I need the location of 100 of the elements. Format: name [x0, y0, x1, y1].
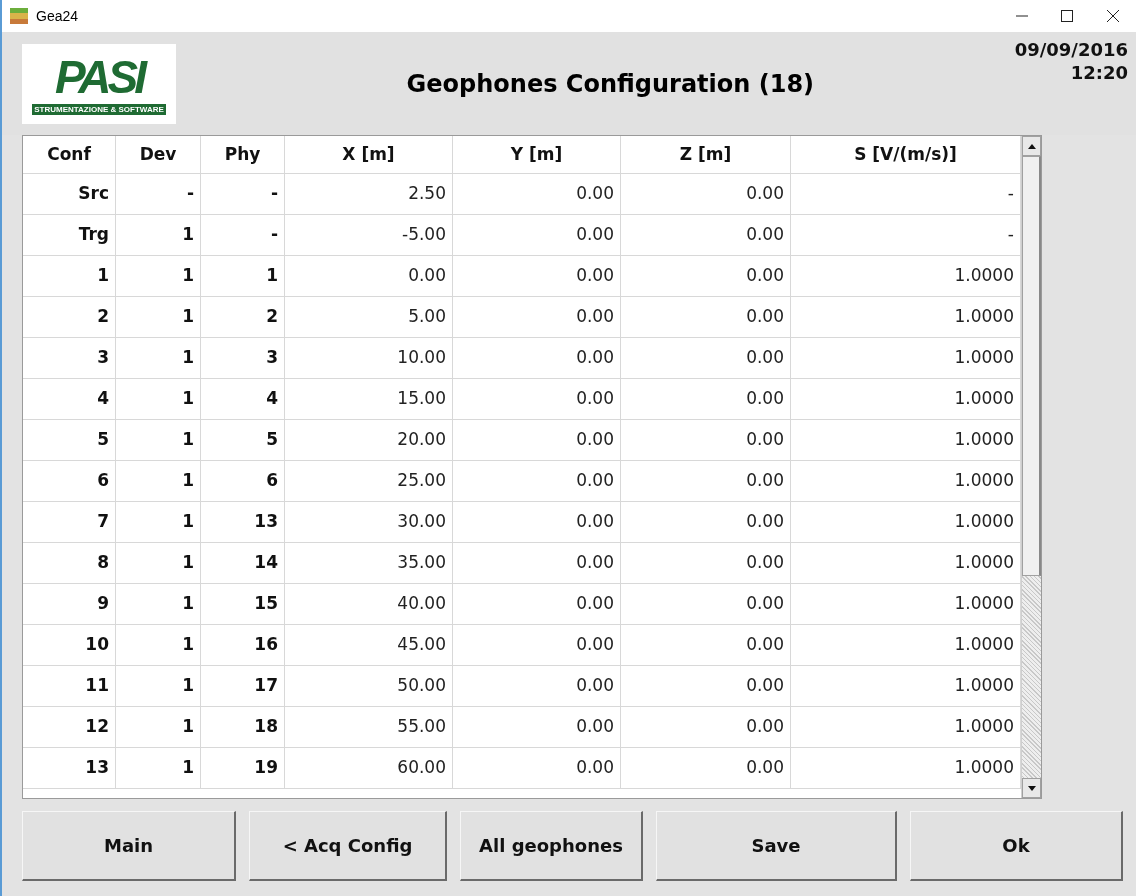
table-cell: 55.00 — [285, 707, 453, 747]
scrollbar[interactable] — [1021, 136, 1041, 798]
table-cell: 1 — [116, 707, 201, 747]
table-cell: 30.00 — [285, 502, 453, 542]
table-cell: 13 — [201, 502, 285, 542]
scroll-thumb[interactable] — [1022, 156, 1041, 576]
table-cell: 10 — [23, 625, 116, 665]
table-cell: 15 — [201, 584, 285, 624]
table-cell: 0.00 — [453, 297, 621, 337]
table-cell: 0.00 — [453, 461, 621, 501]
action-button[interactable]: Ok — [910, 811, 1123, 881]
action-button[interactable]: All geophones — [460, 811, 643, 881]
table-cell: 0.00 — [621, 174, 791, 214]
column-header: Phy — [201, 136, 285, 173]
table-cell: 13 — [23, 748, 116, 788]
table-cell: 0.00 — [621, 215, 791, 255]
table-cell: - — [201, 215, 285, 255]
table-cell: 0.00 — [621, 338, 791, 378]
table-cell: 0.00 — [621, 502, 791, 542]
table-cell: 15.00 — [285, 379, 453, 419]
table-cell: - — [201, 174, 285, 214]
table-cell: 0.00 — [621, 666, 791, 706]
table-cell: 1 — [116, 420, 201, 460]
table-cell: Trg — [23, 215, 116, 255]
table-cell: 50.00 — [285, 666, 453, 706]
table-cell: 16 — [201, 625, 285, 665]
column-header: Dev — [116, 136, 201, 173]
table-cell: 18 — [201, 707, 285, 747]
action-button[interactable]: Main — [22, 811, 236, 881]
table-cell: 1 — [116, 748, 201, 788]
table-cell: 6 — [23, 461, 116, 501]
table-cell: 1 — [116, 215, 201, 255]
table-cell: 2 — [201, 297, 285, 337]
table-cell: 8 — [23, 543, 116, 583]
table-cell: 0.00 — [453, 215, 621, 255]
scroll-up-button[interactable] — [1022, 136, 1041, 156]
table-cell: 0.00 — [453, 625, 621, 665]
maximize-icon — [1061, 10, 1073, 22]
table-cell: 3 — [23, 338, 116, 378]
app-icon — [10, 8, 28, 24]
table-cell: 6 — [201, 461, 285, 501]
table-cell: 1 — [116, 666, 201, 706]
date-text: 09/09/2016 — [1014, 38, 1128, 62]
table-cell: 7 — [23, 502, 116, 542]
table-cell: 0.00 — [621, 625, 791, 665]
table-cell: 5 — [201, 420, 285, 460]
page-title: Geophones Configuration (18) — [406, 68, 815, 100]
table-cell: 35.00 — [285, 543, 453, 583]
table-cell: 1 — [116, 461, 201, 501]
table-cell: 20.00 — [285, 420, 453, 460]
table-cell: 0.00 — [453, 502, 621, 542]
table-cell: 3 — [201, 338, 285, 378]
table-cell: 10.00 — [285, 338, 453, 378]
table-cell: 0.00 — [621, 379, 791, 419]
minimize-icon — [1016, 15, 1028, 17]
table-cell: 0.00 — [621, 297, 791, 337]
column-header: Z [m] — [621, 136, 791, 173]
table-cell: 4 — [201, 379, 285, 419]
column-header: X [m] — [285, 136, 453, 173]
table-cell: 5 — [23, 420, 116, 460]
table-cell: 0.00 — [453, 420, 621, 460]
table-cell: 5.00 — [285, 297, 453, 337]
table-cell: 14 — [201, 543, 285, 583]
table-cell: 0.00 — [453, 748, 621, 788]
table-cell: 0.00 — [621, 707, 791, 747]
table-cell: 0.00 — [453, 379, 621, 419]
table-cell: 0.00 — [453, 174, 621, 214]
table-cell: 0.00 — [621, 256, 791, 296]
scroll-down-button[interactable] — [1022, 778, 1041, 798]
table-cell: 9 — [23, 584, 116, 624]
table-cell: 0.00 — [621, 584, 791, 624]
table-cell: 0.00 — [621, 543, 791, 583]
action-button[interactable]: Save — [656, 811, 897, 881]
table-cell: 0.00 — [621, 748, 791, 788]
table-cell: 0.00 — [453, 256, 621, 296]
logo-mark: PASI — [55, 52, 143, 102]
table-cell: 1 — [116, 502, 201, 542]
table-cell: 17 — [201, 666, 285, 706]
table-cell: 60.00 — [285, 748, 453, 788]
table-cell: 2 — [23, 297, 116, 337]
table-cell: 11 — [23, 666, 116, 706]
logo-tagline: STRUMENTAZIONE & SOFTWARE — [32, 104, 166, 115]
table-cell: 0.00 — [621, 420, 791, 460]
table-cell: 0.00 — [453, 338, 621, 378]
table-cell: 0.00 — [285, 256, 453, 296]
column-header: Conf — [23, 136, 116, 173]
table-cell: 12 — [23, 707, 116, 747]
table-cell: -5.00 — [285, 215, 453, 255]
table-cell: 1 — [116, 584, 201, 624]
table-cell: 1 — [116, 543, 201, 583]
table-cell: 1 — [116, 297, 201, 337]
table-cell: 1 — [116, 256, 201, 296]
action-button[interactable]: < Acq Config — [249, 811, 447, 881]
table-cell: 0.00 — [453, 543, 621, 583]
window-title: Gea24 — [36, 6, 79, 26]
time-text: 12:20 — [1070, 62, 1128, 84]
table-cell: 1 — [116, 379, 201, 419]
up-arrow-icon — [1027, 143, 1036, 149]
table-cell: 0.00 — [453, 707, 621, 747]
table-cell: - — [116, 174, 201, 214]
